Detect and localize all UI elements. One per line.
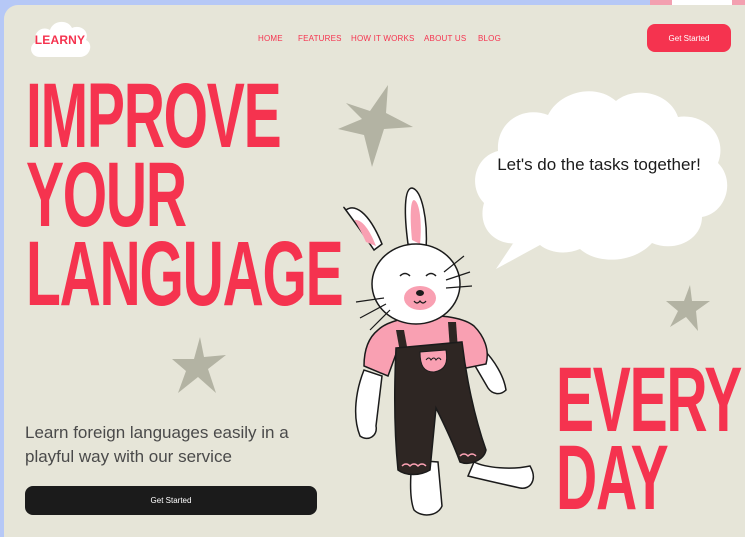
hero-headline: IMPROVE YOUR LANGUAGE xyxy=(26,70,344,320)
nav-item-features[interactable]: FEATURES xyxy=(298,34,342,43)
star-icon xyxy=(666,285,710,331)
nav-item-home[interactable]: HOME xyxy=(258,34,283,43)
landing-page: LEARNY HOME FEATURES HOW IT WORKS ABOUT … xyxy=(4,5,745,537)
headline-line-3: LANGUAGE xyxy=(26,223,344,325)
get-started-button-hero[interactable]: Get Started xyxy=(25,486,317,515)
hero-tagline: Learn foreign languages easily in a play… xyxy=(25,423,289,466)
every-day-line-2: DAY xyxy=(556,427,669,529)
bunny-illustration xyxy=(343,187,534,516)
speech-bubble-text: Let's do the tasks together! xyxy=(497,155,701,174)
background-window-edge xyxy=(650,0,745,5)
star-icon xyxy=(172,337,226,393)
nav-item-blog[interactable]: BLOG xyxy=(478,34,501,43)
star-icon xyxy=(338,85,413,167)
every-day-headline: EVERY DAY xyxy=(556,354,742,524)
main-nav: HOME FEATURES HOW IT WORKS ABOUT US BLOG xyxy=(4,34,745,48)
get-started-button-nav[interactable]: Get Started xyxy=(647,24,731,52)
nav-item-about-us[interactable]: ABOUT US xyxy=(424,34,466,43)
nav-item-how-it-works[interactable]: HOW IT WORKS xyxy=(351,34,415,43)
